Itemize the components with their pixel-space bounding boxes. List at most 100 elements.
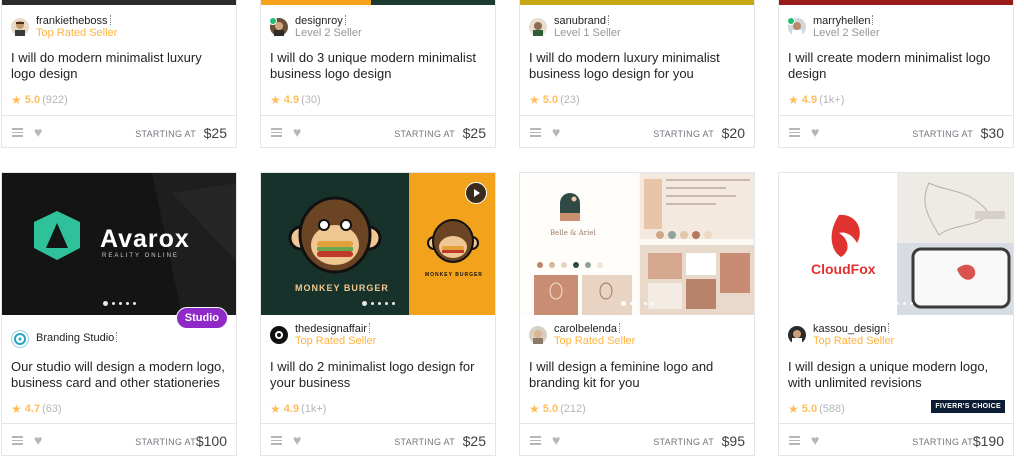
review-count: (588) — [819, 403, 845, 415]
starting-at-label: STARTING AT — [653, 437, 714, 447]
star-icon: ★ — [529, 93, 540, 107]
studio-badge: Studio — [175, 307, 228, 329]
gig-rating: ★ 4.7 (63) — [11, 403, 62, 415]
collections-menu-icon[interactable] — [789, 128, 800, 137]
heart-icon[interactable]: ♥ — [34, 432, 42, 448]
gig-thumbnail[interactable]: Avarox REALITY ONLINE — [2, 173, 236, 315]
gig-title[interactable]: I will do modern minimalist luxury logo … — [11, 50, 228, 82]
gig-thumbnail[interactable] — [2, 0, 236, 5]
gig-price[interactable]: $25 — [463, 433, 486, 449]
seller-name[interactable]: sanubrand — [554, 15, 621, 27]
gig-card[interactable]: designroy Level 2 Seller I will do 3 uni… — [260, 0, 496, 148]
gig-rating: ★ 5.0 (588) — [788, 403, 845, 415]
review-count: (1k+) — [301, 403, 327, 415]
gig-thumbnail[interactable]: Belle & Ariel — [520, 173, 754, 315]
collections-menu-icon[interactable] — [12, 436, 23, 445]
seller-name[interactable]: Branding Studio — [36, 327, 117, 349]
collections-menu-icon[interactable] — [530, 128, 541, 137]
gig-thumbnail[interactable] — [779, 0, 1013, 5]
avatar[interactable] — [11, 18, 29, 36]
seller-level: Top Rated Seller — [295, 335, 377, 347]
thumbnail-text: MONKEY BURGER — [295, 283, 389, 293]
avatar[interactable] — [788, 326, 806, 344]
gig-title[interactable]: I will do 2 minimalist logo design for y… — [270, 359, 487, 391]
gig-rating: ★ 5.0 (922) — [11, 94, 68, 106]
seller-level: Level 1 Seller — [554, 27, 621, 39]
avatar[interactable] — [529, 326, 547, 344]
heart-icon[interactable]: ♥ — [293, 432, 301, 448]
gig-footer: ♥ STARTING AT $20 — [520, 115, 754, 150]
heart-icon[interactable]: ♥ — [811, 432, 819, 448]
play-icon[interactable] — [465, 182, 487, 204]
carousel-dots[interactable] — [2, 301, 236, 306]
rating-value: 5.0 — [542, 403, 559, 415]
gig-card[interactable]: CloudFox kassou_design Top Rated Seller … — [778, 172, 1014, 456]
collections-menu-icon[interactable] — [530, 436, 541, 445]
heart-icon[interactable]: ♥ — [34, 124, 42, 140]
avatar[interactable] — [269, 17, 288, 36]
avatar[interactable] — [787, 17, 806, 36]
seller-name[interactable]: frankietheboss — [36, 15, 117, 27]
starting-at-label: STARTING AT — [394, 437, 455, 447]
seller-name[interactable]: kassou_design — [813, 323, 894, 335]
gig-price[interactable]: $95 — [722, 433, 745, 449]
carousel-dots[interactable] — [779, 301, 1013, 306]
collections-menu-icon[interactable] — [271, 436, 282, 445]
gig-title[interactable]: I will do 3 unique modern minimalist bus… — [270, 50, 487, 82]
collections-menu-icon[interactable] — [789, 436, 800, 445]
heart-icon[interactable]: ♥ — [552, 124, 560, 140]
starting-at-label: STARTING AT — [912, 437, 973, 447]
review-count: (922) — [42, 94, 68, 106]
gig-card[interactable]: MONKEY BURGER MONKEY BURGER thedesignaff… — [260, 172, 496, 456]
fiverrs-choice-badge: FIVERR'S CHOICE — [931, 400, 1005, 413]
avatar[interactable] — [529, 18, 547, 36]
star-icon: ★ — [11, 93, 22, 107]
gig-rating: ★ 5.0 (23) — [529, 94, 580, 106]
gig-thumbnail[interactable] — [261, 0, 495, 5]
gig-price[interactable]: $30 — [981, 125, 1004, 141]
gig-footer: ♥ STARTING AT $95 — [520, 423, 754, 458]
gig-card[interactable]: frankietheboss Top Rated Seller I will d… — [1, 0, 237, 148]
starting-at-label: STARTING AT — [135, 129, 196, 139]
gig-title[interactable]: Our studio will design a modern logo, bu… — [11, 359, 228, 391]
review-count: (1k+) — [819, 94, 845, 106]
avatar[interactable] — [270, 326, 288, 344]
studio-icon[interactable] — [11, 330, 29, 348]
rating-value: 5.0 — [801, 403, 818, 415]
collections-menu-icon[interactable] — [12, 128, 23, 137]
seller-name[interactable]: marryhellen — [813, 15, 880, 27]
collections-menu-icon[interactable] — [271, 128, 282, 137]
seller-level: Level 2 Seller — [295, 27, 362, 39]
gig-price[interactable]: $25 — [204, 125, 227, 141]
heart-icon[interactable]: ♥ — [811, 124, 819, 140]
gig-card[interactable]: Avarox REALITY ONLINE Studio Branding St… — [1, 172, 237, 456]
gig-card[interactable]: sanubrand Level 1 Seller I will do moder… — [519, 0, 755, 148]
thumbnail-logo-subtext: REALITY ONLINE — [102, 253, 179, 259]
gig-price[interactable]: $100 — [196, 433, 227, 449]
review-count: (63) — [42, 403, 62, 415]
gig-card[interactable]: Belle & Ariel carolbelenda Top Rated Sel… — [519, 172, 755, 456]
gig-footer: ♥ STARTING AT $190 — [779, 423, 1013, 458]
gig-thumbnail[interactable]: MONKEY BURGER MONKEY BURGER — [261, 173, 495, 315]
gig-footer: ♥ STARTING AT $100 — [2, 423, 236, 458]
seller-name[interactable]: thedesignaffair — [295, 323, 376, 335]
gig-title[interactable]: I will design a unique modern logo, with… — [788, 359, 1005, 391]
gig-price[interactable]: $190 — [973, 433, 1004, 449]
heart-icon[interactable]: ♥ — [552, 432, 560, 448]
gig-thumbnail[interactable]: CloudFox — [779, 173, 1013, 315]
gig-card[interactable]: marryhellen Level 2 Seller I will create… — [778, 0, 1014, 148]
seller-name[interactable]: designroy — [295, 15, 362, 27]
gig-title[interactable]: I will do modern luxury minimalist busin… — [529, 50, 746, 82]
star-icon: ★ — [270, 402, 281, 416]
gig-title[interactable]: I will design a feminine logo and brandi… — [529, 359, 746, 391]
gig-price[interactable]: $25 — [463, 125, 486, 141]
carousel-dots[interactable] — [520, 301, 754, 306]
seller-name[interactable]: carolbelenda — [554, 323, 635, 335]
gig-thumbnail[interactable] — [520, 0, 754, 5]
gig-price[interactable]: $20 — [722, 125, 745, 141]
rating-value: 5.0 — [542, 94, 559, 106]
carousel-dots[interactable] — [261, 301, 495, 306]
heart-icon[interactable]: ♥ — [293, 124, 301, 140]
gig-title[interactable]: I will create modern minimalist logo des… — [788, 50, 1005, 82]
rating-value: 4.9 — [801, 94, 818, 106]
